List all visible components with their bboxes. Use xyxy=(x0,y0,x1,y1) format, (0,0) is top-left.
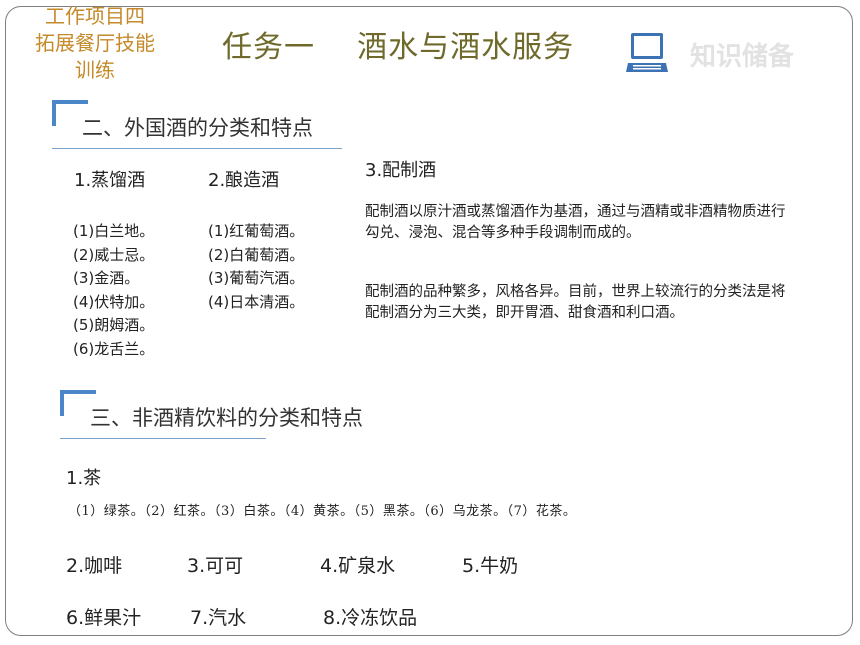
drink-item-soda: 7.汽水 xyxy=(190,607,247,629)
distilled-list: (1)白兰地。 (2)威士忌。 (3)金酒。 (4)伏特加。 (5)朗姆酒。 (… xyxy=(73,220,154,361)
list-item: (4)伏特加。 xyxy=(73,292,155,311)
section3-underline xyxy=(60,438,266,439)
mixed-paragraph-2: 配制酒的品种繁多，风格各异。目前，世界上较流行的分类法是将配制酒分为三大类，即开… xyxy=(365,284,786,321)
section3-heading: 三、非酒精饮料的分类和特点 xyxy=(90,406,363,430)
mixed-title: 3.配制酒 xyxy=(365,160,437,181)
brewed-title: 2.酿造酒 xyxy=(208,170,280,191)
list-item: (6)龙舌兰。 xyxy=(73,339,155,358)
list-item: (2)威士忌。 xyxy=(73,245,155,264)
list-item: (3)葡萄汽酒。 xyxy=(208,269,305,287)
laptop-icon xyxy=(626,33,668,72)
list-item: (3)金酒。 xyxy=(73,269,140,287)
drink-item-mineral-water: 4.矿泉水 xyxy=(320,555,396,577)
brewed-list: (1)红葡萄酒。 (2)白葡萄酒。 (3)葡萄汽酒。 (4)日本清酒。 xyxy=(208,220,304,314)
list-item: (2)白葡萄酒。 xyxy=(208,245,305,264)
list-item: (5)朗姆酒。 xyxy=(73,316,155,334)
distilled-title: 1.蒸馏酒 xyxy=(74,170,146,191)
knowledge-label: 知识储备 xyxy=(690,42,795,72)
drink-item-cocoa: 3.可可 xyxy=(187,555,244,577)
list-item: (1)红葡萄酒。 xyxy=(208,222,305,240)
project-title: 工作项目四 拓展餐厅技能 训练 xyxy=(20,3,170,84)
list-item: (4)日本清酒。 xyxy=(208,292,305,311)
drink-item-milk: 5.牛奶 xyxy=(462,555,519,577)
project-title-line3: 训练 xyxy=(75,58,115,82)
drink-item-juice: 6.鲜果汁 xyxy=(66,607,142,629)
mixed-paragraph-1: 配制酒以原汁酒或蒸馏酒作为基酒，通过与酒精或非酒精物质进行勾兑、浸泡、混合等多种… xyxy=(365,204,786,241)
section2-heading: 二、外国酒的分类和特点 xyxy=(82,116,313,140)
tea-types: （1）绿茶。（2）红茶。（3）白茶。（4）黄茶。（5）黑茶。（6）乌龙茶。（7）… xyxy=(68,504,577,519)
task-title: 任务一 酒水与酒水服务 xyxy=(222,30,575,65)
section2-underline xyxy=(52,148,342,149)
project-title-line2: 拓展餐厅技能 xyxy=(35,31,155,55)
project-title-line1: 工作项目四 xyxy=(45,4,145,28)
tea-title: 1.茶 xyxy=(66,468,102,489)
list-item: (1)白兰地。 xyxy=(73,222,155,240)
drink-item-frozen: 8.冷冻饮品 xyxy=(323,607,418,629)
drink-item-coffee: 2.咖啡 xyxy=(66,555,123,577)
